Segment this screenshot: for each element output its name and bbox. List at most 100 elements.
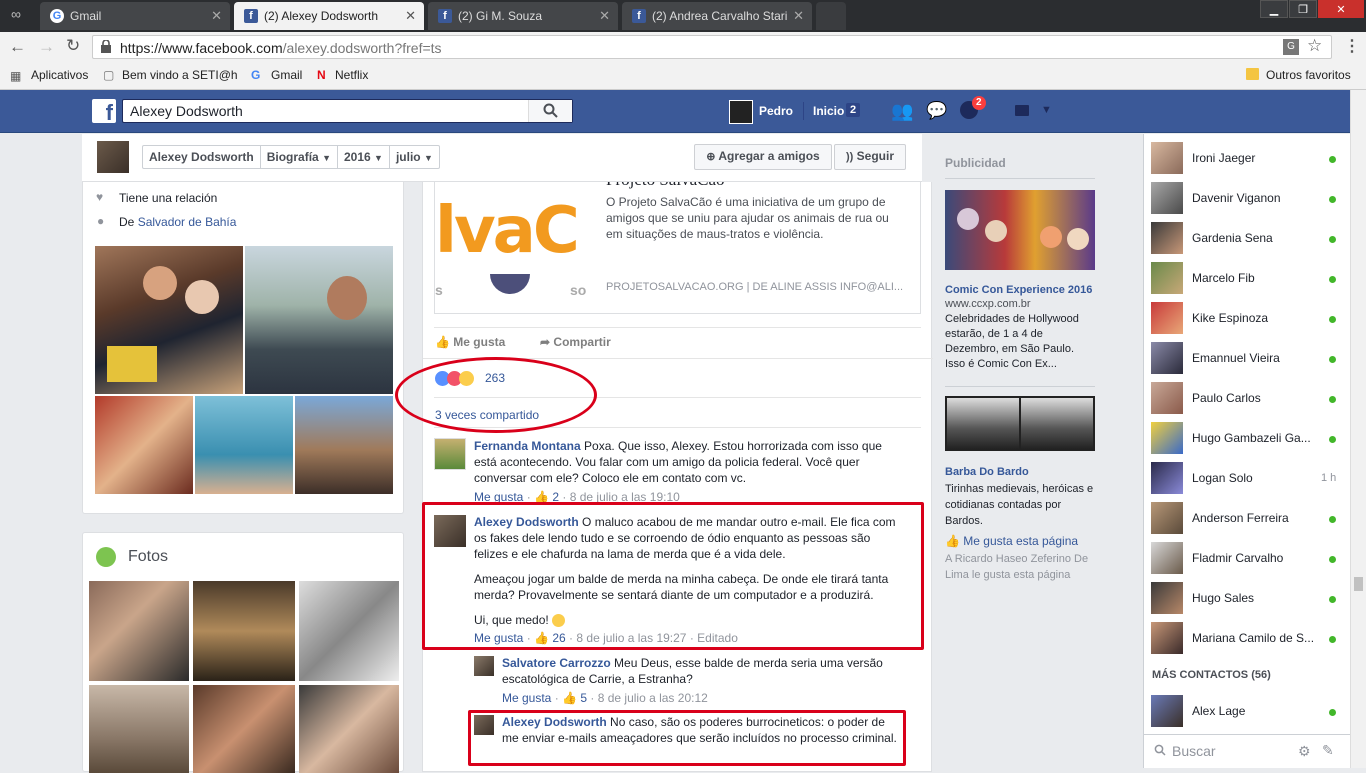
address-bar[interactable]: https://www.facebook.com/alexey.dodswort… — [92, 35, 1332, 59]
year-dropdown[interactable]: 2016 ▼ — [338, 146, 390, 168]
compose-icon[interactable]: ✎ — [1322, 742, 1334, 759]
bookmark-netflix[interactable]: Netflix — [335, 68, 368, 82]
comment-edited[interactable]: Editado — [697, 631, 738, 645]
contact-item[interactable]: Paulo Carlos — [1151, 379, 1341, 415]
photo-thumb-6[interactable] — [299, 685, 399, 773]
bookmark-gmail[interactable]: Gmail — [271, 68, 302, 82]
contact-item[interactable]: Davenir Viganon — [1151, 179, 1341, 215]
comment-avatar[interactable] — [434, 438, 466, 470]
intro-photo-4[interactable] — [195, 396, 293, 494]
new-tab-button[interactable] — [816, 2, 846, 30]
chat-search-input[interactable]: Buscar — [1172, 743, 1216, 759]
facebook-logo-icon[interactable]: f — [92, 99, 116, 123]
photo-thumb-5[interactable] — [193, 685, 295, 773]
photos-title[interactable]: Fotos — [128, 548, 168, 566]
add-friend-button[interactable]: ⊕ Agregar a amigos — [694, 144, 832, 170]
contact-item[interactable]: Anderson Ferreira — [1151, 499, 1341, 535]
ad-like-page-button[interactable]: 👍 Me gusta esta página — [945, 534, 1078, 548]
photo-thumb-3[interactable] — [299, 581, 399, 681]
ad-image-barba[interactable] — [945, 396, 1095, 451]
reply-author[interactable]: Salvatore Carrozzo — [502, 656, 611, 670]
intro-photo-2[interactable] — [245, 246, 393, 394]
settings-dropdown-icon[interactable]: ▼ — [1041, 104, 1052, 116]
scrollbar-thumb[interactable] — [1354, 577, 1363, 591]
month-dropdown[interactable]: julio ▼ — [390, 146, 439, 168]
intro-photo-1[interactable] — [95, 246, 243, 394]
contact-item[interactable]: Fladmir Carvalho — [1151, 539, 1341, 575]
contact-item[interactable]: Kike Espinoza — [1151, 299, 1341, 335]
contact-avatar — [1151, 695, 1183, 727]
reply-like-count[interactable]: 5 — [580, 691, 587, 705]
user-name-link[interactable]: Pedro — [759, 104, 793, 118]
like-action-button[interactable]: 👍 Me gusta — [435, 335, 505, 349]
comment-like-link[interactable]: Me gusta — [474, 631, 523, 645]
contact-item[interactable]: Ironi Jaeger — [1151, 139, 1341, 175]
contact-item[interactable]: Emannuel Vieira — [1151, 339, 1341, 375]
minimize-button[interactable]: ▁ — [1260, 0, 1288, 18]
intro-photo-5[interactable] — [295, 396, 393, 494]
tab-gmail[interactable]: G Gmail ✕ — [40, 2, 230, 30]
ad-title-comic-con[interactable]: Comic Con Experience 2016 — [945, 284, 1092, 296]
reply-like-link[interactable]: Me gusta — [502, 691, 551, 705]
tab-andrea[interactable]: f (2) Andrea Carvalho Stari ✕ — [622, 2, 812, 30]
comment-avatar[interactable] — [434, 515, 466, 547]
reply-author[interactable]: Alexey Dodsworth — [502, 715, 607, 729]
photo-thumb-4[interactable] — [89, 685, 189, 773]
privacy-lock-icon[interactable] — [1015, 105, 1029, 116]
intro-photo-3[interactable] — [95, 396, 193, 494]
comment-author[interactable]: Fernanda Montana — [474, 439, 581, 453]
comment-time[interactable]: 8 de julio a las 19:27 — [576, 631, 686, 645]
bookmark-seti[interactable]: Bem vindo a SETI@ho — [122, 68, 238, 82]
close-icon[interactable]: ✕ — [211, 2, 222, 30]
bookmark-aplicativos[interactable]: Aplicativos — [31, 68, 88, 82]
translate-icon[interactable]: G — [1283, 39, 1299, 55]
comment-like-count[interactable]: 26 — [552, 631, 565, 645]
back-arrow-icon[interactable]: ← — [9, 37, 26, 57]
gear-icon[interactable]: ⚙ — [1298, 743, 1311, 760]
profile-name-button[interactable]: Alexey Dodsworth — [143, 146, 261, 168]
close-icon[interactable]: ✕ — [599, 2, 610, 30]
maximize-button[interactable]: ❐ — [1289, 0, 1317, 18]
contact-item[interactable]: Gardenia Sena — [1151, 219, 1341, 255]
reply-avatar[interactable] — [474, 656, 494, 676]
ad-url[interactable]: www.ccxp.com.br — [945, 298, 1031, 310]
tab-gi-souza[interactable]: f (2) Gi M. Souza ✕ — [428, 2, 618, 30]
close-icon[interactable]: ✕ — [405, 2, 416, 30]
menu-dots-icon[interactable]: ⋮ — [1344, 36, 1360, 56]
close-icon[interactable]: ✕ — [793, 2, 804, 30]
forward-arrow-icon[interactable]: → — [38, 37, 55, 57]
user-avatar[interactable] — [729, 100, 753, 124]
ad-title-barba[interactable]: Barba Do Bardo — [945, 466, 1029, 478]
relationship-text: Tiene una relación — [119, 191, 218, 205]
close-window-button[interactable]: ✕ — [1318, 0, 1364, 18]
share-action-button[interactable]: ➦ Compartir — [540, 335, 611, 349]
other-bookmarks[interactable]: Outros favoritos — [1266, 68, 1351, 82]
contact-item[interactable]: Hugo Sales — [1151, 579, 1341, 615]
reload-icon[interactable]: ↻ — [66, 36, 80, 56]
star-icon[interactable]: ☆ — [1307, 36, 1322, 56]
contact-alex-lage[interactable]: Alex Lage — [1151, 692, 1341, 728]
photo-thumb-2[interactable] — [193, 581, 295, 681]
contact-item[interactable]: Marcelo Fib — [1151, 259, 1341, 295]
reply-avatar[interactable] — [474, 715, 494, 735]
profile-avatar[interactable] — [97, 141, 129, 173]
contact-item[interactable]: Mariana Camilo de S... — [1151, 619, 1341, 655]
page-scrollbar[interactable] — [1350, 90, 1366, 768]
contact-item[interactable]: Logan Solo 1 h — [1151, 459, 1341, 495]
search-button[interactable] — [528, 100, 572, 122]
photo-thumb-1[interactable] — [89, 581, 189, 681]
follow-button[interactable]: )) Seguir — [834, 144, 906, 170]
home-link[interactable]: Inicio — [813, 104, 844, 118]
tab-alexey[interactable]: f (2) Alexey Dodsworth ✕ — [234, 2, 424, 30]
contact-item[interactable]: Hugo Gambazeli Ga... — [1151, 419, 1341, 455]
reply-time[interactable]: 8 de julio a las 20:12 — [598, 691, 708, 705]
friend-requests-icon[interactable]: 👥 — [891, 101, 913, 122]
biografia-dropdown[interactable]: Biografía ▼ — [261, 146, 338, 168]
search-input[interactable]: Alexey Dodsworth — [122, 99, 573, 123]
messages-icon[interactable]: 💬 — [926, 101, 947, 121]
link-preview[interactable]: lvaC s so Projeto SalvaCão O Projeto Sal… — [434, 182, 921, 314]
ad-image-comic-con[interactable] — [945, 190, 1095, 270]
from-place-link[interactable]: Salvador de Bahía — [138, 215, 237, 229]
comment-author[interactable]: Alexey Dodsworth — [474, 515, 579, 529]
apps-grid-icon[interactable]: ▦ — [10, 69, 21, 83]
